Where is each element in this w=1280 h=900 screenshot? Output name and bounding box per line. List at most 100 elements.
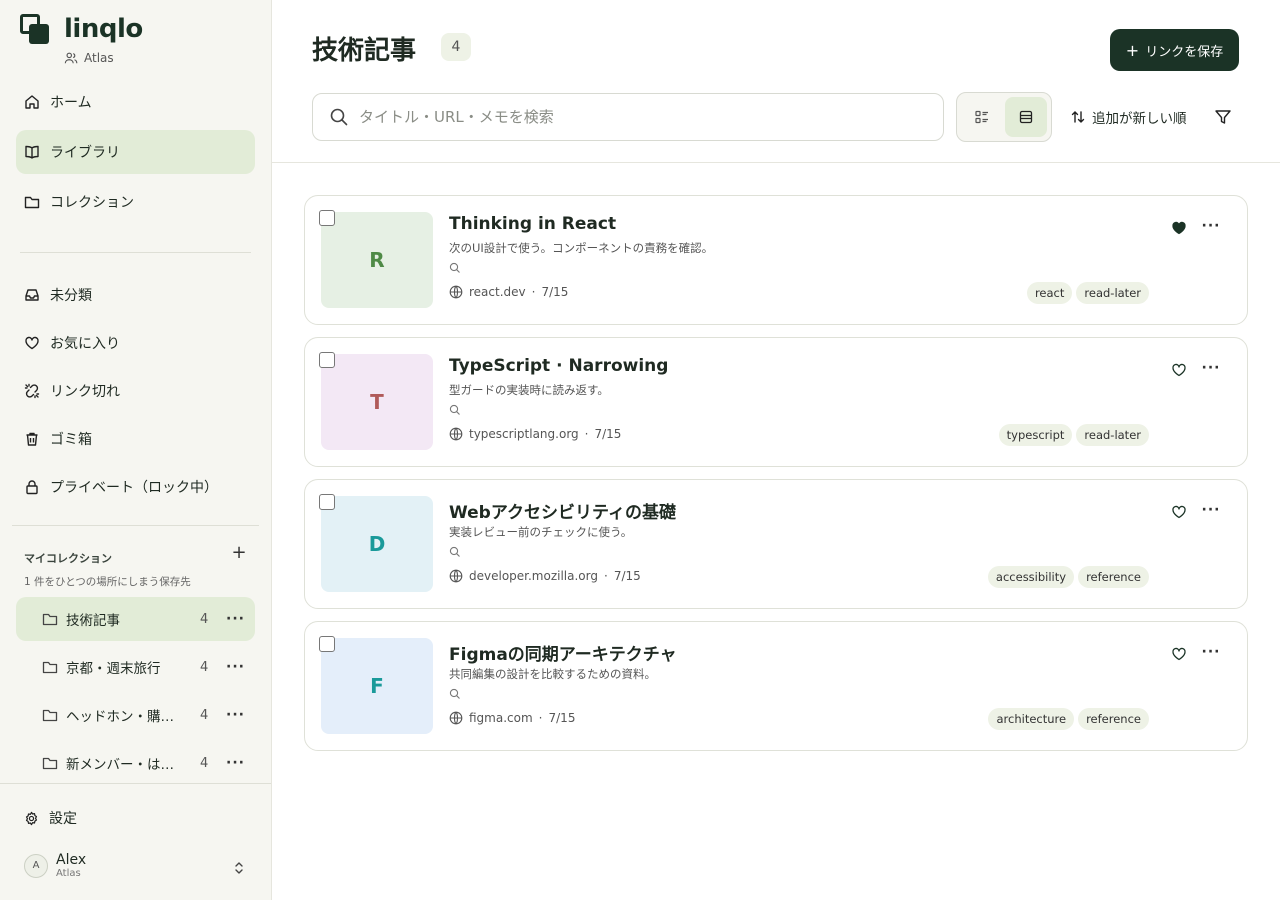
- link-meta: developer.mozilla.org · 7/15: [449, 569, 641, 583]
- tag[interactable]: typescript: [998, 424, 1073, 446]
- link-card[interactable]: T TypeScript · Narrowing 型ガードの実装時に読み返す。 …: [304, 337, 1248, 467]
- link-memo: 実装レビュー前のチェックに使う。: [449, 525, 633, 539]
- select-checkbox[interactable]: [319, 210, 335, 226]
- heart-icon[interactable]: [1171, 646, 1187, 662]
- link-title[interactable]: Webアクセシビリティの基礎: [449, 498, 676, 523]
- lock-icon: [24, 479, 40, 495]
- link-thumbnail: T: [321, 354, 433, 450]
- nav-library[interactable]: ライブラリ: [16, 130, 255, 174]
- heart-icon[interactable]: [1171, 504, 1187, 520]
- nav-private[interactable]: プライベート（ロック中）: [16, 465, 255, 509]
- app-logo[interactable]: linqlo: [20, 14, 143, 44]
- page-title: 技術記事: [312, 36, 417, 66]
- link-domain: developer.mozilla.org: [469, 569, 598, 583]
- collection-more-button[interactable]: ···: [226, 611, 244, 627]
- collection-name: 京都・週末旅行: [66, 661, 161, 677]
- select-checkbox[interactable]: [319, 636, 335, 652]
- link-memo: 共同編集の設計を比較するための資料。: [449, 667, 656, 681]
- card-more-button[interactable]: ···: [1201, 218, 1221, 234]
- sidebar: linqlo Atlas ホーム ライブラリ コレクション 未分類 お気に入り …: [0, 0, 272, 900]
- select-checkbox[interactable]: [319, 352, 335, 368]
- item-count-badge: 4: [441, 33, 471, 61]
- thumbnail-initial: F: [370, 674, 384, 698]
- nav-favorites[interactable]: お気に入り: [16, 321, 255, 365]
- thumbnail-initial: T: [370, 390, 384, 414]
- tag[interactable]: reference: [1078, 566, 1149, 588]
- settings-button[interactable]: 設定: [24, 808, 77, 828]
- user-menu[interactable]: A Alex Atlas: [24, 852, 86, 879]
- folder-icon: [42, 707, 58, 723]
- nav-collections-label: コレクション: [50, 195, 134, 211]
- tag-list: typescript read-later: [998, 424, 1149, 446]
- collection-more-button[interactable]: ···: [226, 755, 244, 771]
- chevron-updown-icon[interactable]: [232, 860, 246, 876]
- link-thumbnail: F: [321, 638, 433, 734]
- heart-icon: [24, 335, 40, 351]
- view-toggle: [956, 92, 1052, 142]
- search-icon: [449, 546, 460, 557]
- search-icon: [449, 404, 460, 415]
- nav-trash[interactable]: ゴミ箱: [16, 417, 255, 461]
- globe-icon: [449, 569, 463, 583]
- nav-uncategorized[interactable]: 未分類: [16, 273, 255, 317]
- link-domain: typescriptlang.org: [469, 427, 579, 441]
- filter-icon[interactable]: [1214, 108, 1232, 126]
- collection-item[interactable]: 新メンバー・は… 4 ···: [16, 741, 255, 785]
- nav-favorites-label: お気に入り: [50, 336, 120, 352]
- tag-list: accessibility reference: [987, 566, 1149, 588]
- user-name: Alex: [56, 852, 87, 868]
- link-title[interactable]: TypeScript · Narrowing: [449, 356, 668, 376]
- link-card[interactable]: D Webアクセシビリティの基礎 実装レビュー前のチェックに使う。 develo…: [304, 479, 1248, 609]
- card-more-button[interactable]: ···: [1201, 360, 1221, 376]
- workspace-label[interactable]: Atlas: [64, 51, 114, 65]
- link-thumbnail: R: [321, 212, 433, 308]
- plus-icon: +: [1125, 40, 1140, 60]
- compact-view-button[interactable]: [961, 97, 1003, 137]
- tag[interactable]: accessibility: [987, 566, 1075, 588]
- link-title[interactable]: Figmaの同期アーキテクチャ: [449, 640, 677, 665]
- link-meta: figma.com · 7/15: [449, 711, 575, 725]
- tag[interactable]: reference: [1078, 708, 1149, 730]
- collection-item[interactable]: 京都・週末旅行 4 ···: [16, 645, 255, 689]
- nav-home[interactable]: ホーム: [16, 80, 255, 124]
- heart-filled-icon[interactable]: [1171, 220, 1187, 236]
- home-icon: [24, 94, 40, 110]
- card-more-button[interactable]: ···: [1201, 644, 1221, 660]
- link-date: 7/15: [541, 285, 569, 299]
- tag[interactable]: react: [1026, 282, 1073, 304]
- users-icon: [64, 52, 78, 64]
- tag[interactable]: architecture: [988, 708, 1075, 730]
- user-workspace: Atlas: [56, 868, 81, 879]
- link-title[interactable]: Thinking in React: [449, 214, 616, 234]
- nav-broken-links[interactable]: リンク切れ: [16, 369, 255, 413]
- collection-item[interactable]: 技術記事 4 ···: [16, 597, 255, 641]
- link-meta: react.dev · 7/15: [449, 285, 568, 299]
- sidebar-divider: [12, 525, 259, 526]
- heart-icon[interactable]: [1171, 362, 1187, 378]
- card-more-button[interactable]: ···: [1201, 502, 1221, 518]
- link-memo: 次のUI設計で使う。コンポーネントの責務を確認。: [449, 241, 714, 255]
- folder-icon: [42, 659, 58, 675]
- tag[interactable]: read-later: [1076, 282, 1149, 304]
- select-checkbox[interactable]: [319, 494, 335, 510]
- add-collection-button[interactable]: +: [230, 544, 248, 562]
- search-input[interactable]: [359, 108, 919, 126]
- collection-count: 4: [200, 707, 209, 723]
- link-date: 7/15: [548, 711, 576, 725]
- sort-icon: [1071, 111, 1085, 123]
- link-date: 7/15: [594, 427, 622, 441]
- collection-item[interactable]: ヘッドホン・購… 4 ···: [16, 693, 255, 737]
- collection-more-button[interactable]: ···: [226, 707, 244, 723]
- card-view-button[interactable]: [1005, 97, 1047, 137]
- link-card[interactable]: R Thinking in React 次のUI設計で使う。コンポーネントの責務…: [304, 195, 1248, 325]
- tag[interactable]: read-later: [1076, 424, 1149, 446]
- save-link-label: リンクを保存: [1145, 44, 1224, 60]
- nav-collections[interactable]: コレクション: [16, 180, 255, 224]
- link-thumbnail: D: [321, 496, 433, 592]
- save-link-button[interactable]: + リンクを保存: [1110, 29, 1239, 71]
- link-card[interactable]: F Figmaの同期アーキテクチャ 共同編集の設計を比較するための資料。 fig…: [304, 621, 1248, 751]
- collection-more-button[interactable]: ···: [226, 659, 244, 675]
- sort-button[interactable]: 追加が新しい順: [1070, 107, 1187, 127]
- search-box[interactable]: [312, 93, 944, 141]
- header-divider: [272, 162, 1280, 163]
